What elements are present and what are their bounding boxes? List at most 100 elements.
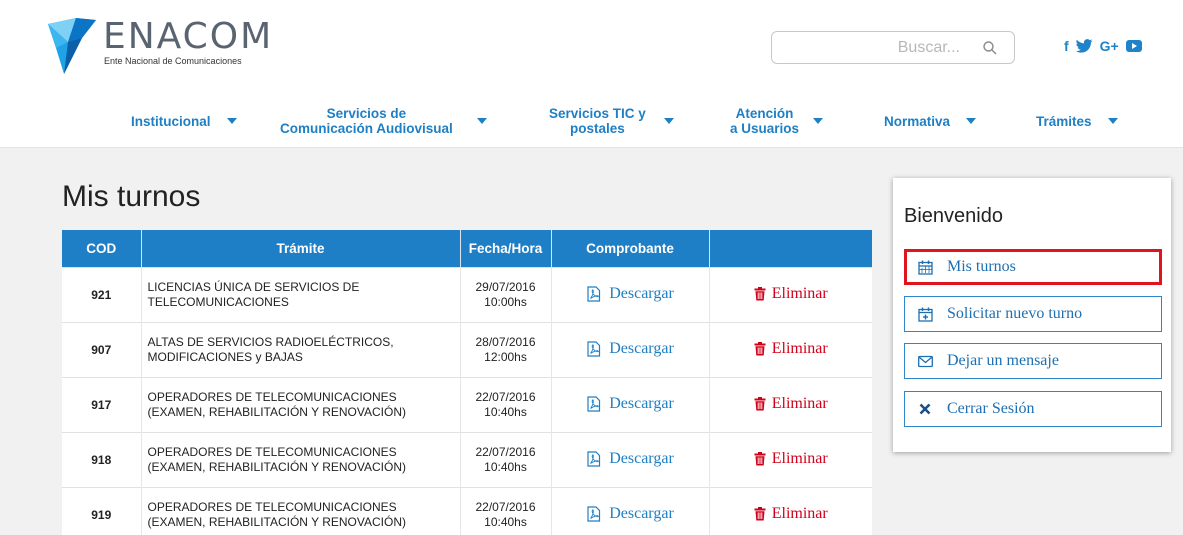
cell-fecha-date: 22/07/2016 — [475, 444, 536, 459]
cell-fecha-hora: 10:00hs — [484, 294, 527, 309]
descargar-link[interactable]: Descargar — [586, 285, 674, 303]
descargar-link[interactable]: Descargar — [586, 340, 674, 358]
trash-icon — [754, 287, 766, 301]
page-title: Mis turnos — [62, 180, 201, 213]
cell-tramite: OPERADORES DE TELECOMUNICACIONES (EXAMEN… — [141, 486, 461, 535]
col-fecha-header: Fecha/Hora — [460, 230, 552, 267]
cerrar-sesion-button[interactable]: Cerrar Sesión — [904, 391, 1162, 427]
mis-turnos-button[interactable]: Mis turnos — [904, 249, 1162, 285]
cell-cod: 907 — [62, 321, 142, 377]
col-tramite-header: Trámite — [141, 230, 461, 267]
nav-label-line1: Atención — [735, 106, 794, 121]
eliminar-label: Eliminar — [771, 395, 828, 412]
descargar-label: Descargar — [609, 504, 674, 522]
site-header: ENACOM Ente Nacional de Comunicaciones f… — [0, 0, 1183, 148]
descargar-link[interactable]: Descargar — [586, 505, 674, 523]
table-row: 919 OPERADORES DE TELECOMUNICACIONES (EXA… — [62, 486, 872, 535]
nav-label-line2: postales — [570, 121, 625, 136]
eliminar-label: Eliminar — [771, 450, 828, 467]
caret-down-icon — [663, 118, 674, 124]
social-links: f G+ — [1064, 36, 1142, 56]
dejar-mensaje-button[interactable]: Dejar un mensaje — [904, 343, 1162, 379]
descargar-label: Descargar — [609, 339, 674, 357]
eliminar-link[interactable]: Eliminar — [754, 395, 828, 413]
descargar-link[interactable]: Descargar — [586, 395, 674, 413]
trash-icon — [754, 507, 766, 521]
table-header-row: COD Trámite Fecha/Hora Comprobante — [62, 230, 872, 267]
eliminar-label: Eliminar — [771, 340, 828, 357]
close-icon — [917, 401, 933, 417]
trash-icon — [754, 452, 766, 466]
youtube-icon[interactable] — [1125, 36, 1142, 56]
cell-fecha-date: 28/07/2016 — [475, 334, 536, 349]
trash-icon — [754, 397, 766, 411]
descargar-label: Descargar — [609, 394, 674, 412]
brand-name: ENACOM — [103, 16, 274, 57]
solicitar-nuevo-turno-label: Solicitar nuevo turno — [947, 305, 1083, 322]
google-plus-icon[interactable]: G+ — [1100, 36, 1119, 56]
search-box — [771, 31, 1015, 64]
pdf-icon — [586, 450, 601, 467]
caret-down-icon — [1107, 118, 1118, 124]
turnos-table: COD Trámite Fecha/Hora Comprobante 921 LI… — [62, 230, 872, 535]
nav-label: Servicios TIC y postales — [549, 106, 646, 136]
twitter-icon[interactable] — [1075, 36, 1093, 56]
caret-down-icon — [966, 118, 977, 124]
nav-tramites[interactable]: Trámites — [1036, 101, 1118, 141]
cell-eliminar: Eliminar — [709, 431, 872, 487]
solicitar-nuevo-turno-button[interactable]: Solicitar nuevo turno — [904, 296, 1162, 332]
eliminar-link[interactable]: Eliminar — [754, 285, 828, 303]
cell-eliminar: Eliminar — [709, 266, 872, 322]
descargar-label: Descargar — [609, 284, 674, 302]
search-input[interactable] — [782, 37, 962, 59]
search-icon[interactable] — [982, 40, 998, 56]
mis-turnos-label: Mis turnos — [947, 258, 1016, 275]
cell-fecha: 22/07/2016 10:40hs — [460, 376, 552, 432]
nav-label: Atención a Usuarios — [730, 106, 799, 136]
trash-icon — [754, 342, 766, 356]
cell-fecha: 28/07/2016 12:00hs — [460, 321, 552, 377]
caret-down-icon — [813, 118, 824, 124]
cell-fecha-date: 29/07/2016 — [475, 279, 536, 294]
calendar-plus-icon — [917, 306, 933, 322]
nav-servicios-tic[interactable]: Servicios TIC y postales — [549, 101, 674, 141]
cerrar-sesion-label: Cerrar Sesión — [947, 400, 1035, 417]
nav-atencion-usuarios[interactable]: Atención a Usuarios — [730, 101, 824, 141]
cell-cod: 921 — [62, 266, 142, 322]
brand-subtitle: Ente Nacional de Comunicaciones — [104, 56, 242, 66]
cell-fecha-date: 22/07/2016 — [475, 499, 536, 514]
cell-fecha-hora: 10:40hs — [484, 514, 527, 529]
eliminar-link[interactable]: Eliminar — [754, 340, 828, 358]
cell-fecha-date: 22/07/2016 — [475, 389, 536, 404]
pdf-icon — [586, 285, 601, 302]
descargar-link[interactable]: Descargar — [586, 450, 674, 468]
cell-eliminar: Eliminar — [709, 376, 872, 432]
logo-mark-icon — [48, 18, 96, 74]
cell-eliminar: Eliminar — [709, 321, 872, 377]
nav-normativa[interactable]: Normativa — [884, 101, 977, 141]
cell-fecha: 22/07/2016 10:40hs — [460, 431, 552, 487]
col-actions-header — [709, 230, 872, 267]
nav-servicios-audiovisual[interactable]: Servicios de Comunicación Audiovisual — [280, 101, 487, 141]
eliminar-link[interactable]: Eliminar — [754, 505, 828, 523]
enacom-logo[interactable]: ENACOM Ente Nacional de Comunicaciones — [46, 16, 306, 74]
facebook-icon[interactable]: f — [1064, 36, 1069, 56]
cell-fecha-hora: 12:00hs — [484, 349, 527, 364]
nav-label: Servicios de Comunicación Audiovisual — [280, 106, 453, 136]
eliminar-link[interactable]: Eliminar — [754, 450, 828, 468]
cell-comprobante: Descargar — [551, 431, 710, 487]
caret-down-icon — [476, 118, 487, 124]
nav-institucional[interactable]: Institucional — [131, 101, 237, 141]
pdf-icon — [586, 340, 601, 357]
nav-label: Institucional — [131, 113, 211, 129]
cell-tramite: LICENCIAS ÚNICA DE SERVICIOS DE TELECOMU… — [141, 266, 461, 322]
cell-comprobante: Descargar — [551, 266, 710, 322]
cell-comprobante: Descargar — [551, 486, 710, 535]
eliminar-label: Eliminar — [771, 505, 828, 523]
nav-label-line1: Servicios de — [326, 106, 407, 121]
cell-eliminar: Eliminar — [709, 486, 872, 535]
table-row: 917 OPERADORES DE TELECOMUNICACIONES (EXA… — [62, 376, 872, 432]
nav-label-line2: Comunicación Audiovisual — [280, 121, 453, 136]
cell-comprobante: Descargar — [551, 376, 710, 432]
cell-fecha-hora: 10:40hs — [484, 459, 527, 474]
